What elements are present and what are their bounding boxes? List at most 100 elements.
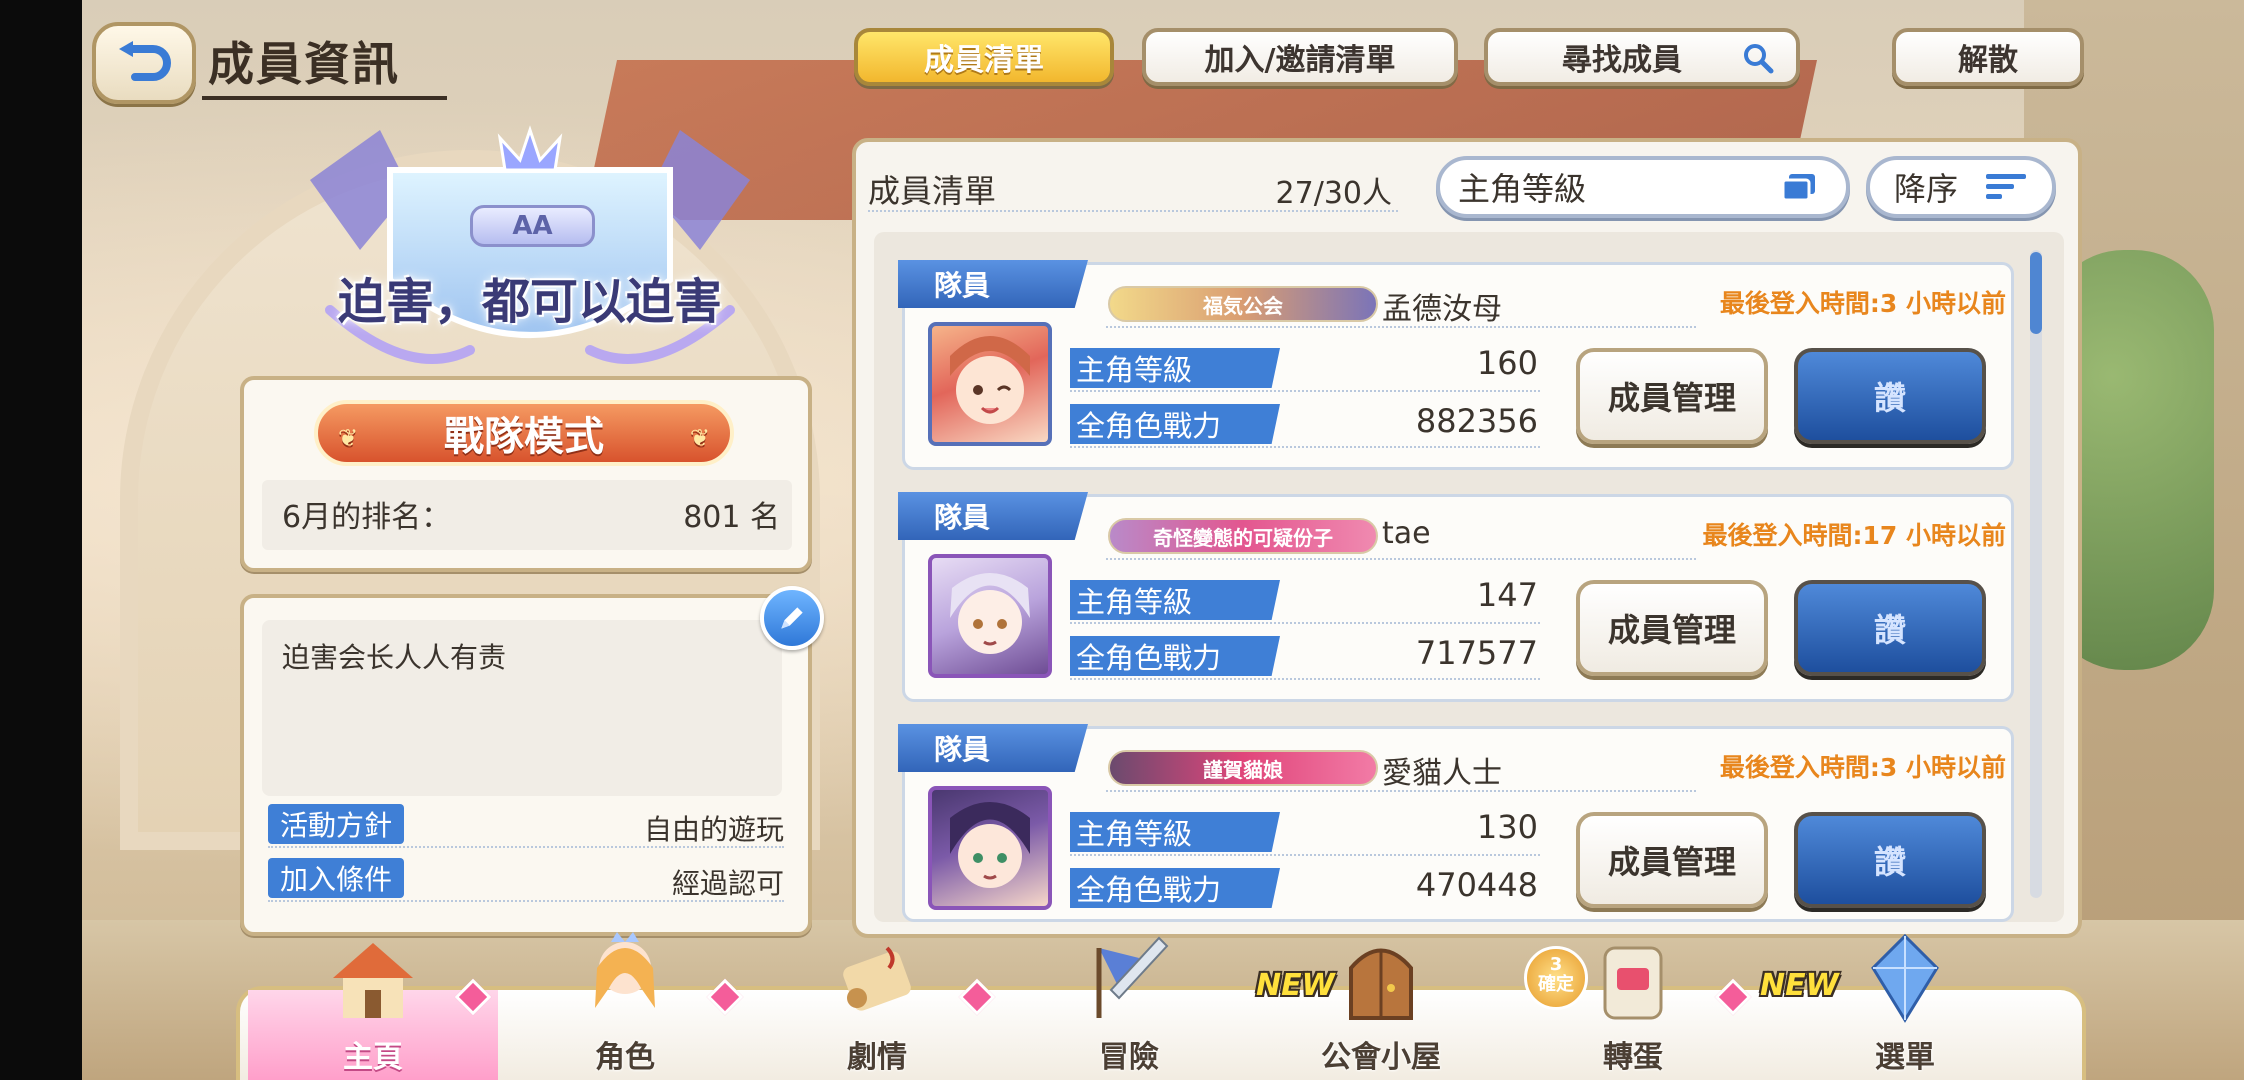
- nav-menu[interactable]: NEW 選單: [1760, 933, 2050, 1080]
- divider: [1106, 790, 1696, 792]
- member-avatar[interactable]: [928, 786, 1052, 910]
- member-manage-button[interactable]: 成員管理: [1576, 348, 1768, 444]
- sort-descending-icon: [1986, 174, 2026, 199]
- member-title-badge: 福気公会: [1108, 286, 1378, 322]
- tab-member-list[interactable]: 成員清單: [854, 28, 1114, 86]
- tab-join-invite-list[interactable]: 加入/邀請清單: [1142, 28, 1458, 86]
- scrollbar-track[interactable]: [2030, 250, 2042, 898]
- member-name[interactable]: tae: [1382, 516, 1431, 551]
- nav-adventure-label: 冒險: [1099, 1040, 1159, 1075]
- member-manage-button[interactable]: 成員管理: [1576, 580, 1768, 676]
- pencil-icon: [781, 607, 803, 629]
- scrollbar-thumb[interactable]: [2030, 252, 2042, 334]
- ranking-label: 6月的排名：: [282, 500, 452, 535]
- divider: [1070, 390, 1540, 392]
- ornament-icon: ❦: [338, 424, 359, 452]
- member-level: 147: [1476, 576, 1538, 614]
- sword-flag-icon: [1096, 936, 1169, 1018]
- ornament-icon: ❦: [689, 424, 710, 452]
- member-name[interactable]: 孟德汝母: [1382, 284, 1502, 328]
- member-avatar[interactable]: [928, 322, 1052, 446]
- door-icon: [1349, 948, 1413, 1020]
- power-tag: 全角色戰力: [1070, 404, 1280, 444]
- ranking-value: 801 名: [683, 500, 780, 535]
- member-avatar[interactable]: [928, 554, 1052, 678]
- character-portrait-icon: [950, 573, 1030, 654]
- new-badge: NEW: [1760, 968, 1839, 1003]
- nav-menu-label: 選單: [1875, 1040, 1935, 1075]
- nav-gacha-label: 轉蛋: [1603, 1040, 1663, 1075]
- divider: [268, 846, 784, 848]
- like-button[interactable]: 讚: [1794, 812, 1986, 908]
- member-title-badge: 謹賀貓娘: [1108, 750, 1378, 786]
- member-count: 27/30人: [1275, 176, 1392, 211]
- like-button[interactable]: 讚: [1794, 580, 1986, 676]
- level-tag: 主角等級: [1070, 348, 1280, 388]
- power-tag: 全角色戰力: [1070, 868, 1280, 908]
- member-role: 隊員: [898, 492, 1088, 540]
- house-icon: [333, 943, 413, 1018]
- window-toggle-icon: [1781, 174, 1815, 202]
- title-underline: [202, 96, 447, 100]
- power-tag: 全角色戰力: [1070, 636, 1280, 676]
- nav-home-label: 主頁: [343, 1040, 403, 1075]
- nav-characters-label: 角色: [595, 1040, 655, 1075]
- divider: [1070, 854, 1540, 856]
- clan-rank-badge: AA: [470, 205, 595, 247]
- member-name[interactable]: 愛貓人士: [1382, 748, 1502, 792]
- back-button[interactable]: [92, 22, 196, 104]
- left-black-bar: [0, 0, 82, 1080]
- join-condition-tag: 加入條件: [268, 858, 405, 898]
- nav-story[interactable]: 劇情: [752, 946, 1002, 1080]
- nav-characters[interactable]: 角色: [500, 932, 750, 1080]
- member-level: 130: [1476, 808, 1538, 846]
- nav-guild-house[interactable]: NEW 公會小屋: [1256, 948, 1506, 1080]
- search-member-label: 尋找成員: [1562, 43, 1682, 78]
- member-role: 隊員: [898, 260, 1088, 308]
- member-role: 隊員: [898, 724, 1088, 772]
- gacha-machine-icon: [1603, 946, 1663, 1020]
- member-manage-button[interactable]: 成員管理: [1576, 812, 1768, 908]
- nav-adventure[interactable]: 冒險: [1004, 936, 1254, 1080]
- nav-gacha[interactable]: 3 確定 轉蛋: [1508, 946, 1758, 1080]
- policy-tag: 活動方針: [268, 804, 405, 844]
- edit-description-button[interactable]: [760, 586, 824, 650]
- clan-name: 迫害，都可以迫害: [337, 274, 722, 330]
- nav-story-label: 劇情: [847, 1040, 907, 1075]
- clan-crest-emblem: [310, 125, 750, 364]
- character-portrait-icon: [950, 336, 1030, 424]
- nav-guild-house-label: 公會小屋: [1321, 1040, 1441, 1075]
- like-button[interactable]: 讚: [1794, 348, 1986, 444]
- crystal-icon: [1871, 933, 1939, 1023]
- member-power: 882356: [1415, 402, 1538, 440]
- disband-button[interactable]: 解散: [1892, 28, 2084, 86]
- search-icon: [1744, 44, 1774, 74]
- divider: [1070, 622, 1540, 624]
- character-icon: [595, 932, 655, 1008]
- guaranteed-star-badge: 3 確定: [1524, 946, 1588, 1010]
- divider: [1070, 678, 1540, 680]
- member-list-title: 成員清單: [868, 172, 997, 210]
- level-tag: 主角等級: [1070, 580, 1280, 620]
- tab-search-member[interactable]: 尋找成員: [1484, 28, 1800, 86]
- member-power: 470448: [1415, 866, 1538, 904]
- policy-value: 自由的遊玩: [643, 813, 784, 846]
- last-login-time: 最後登入時間:3 小時以前: [1719, 753, 2006, 782]
- join-condition-value: 經過認可: [671, 867, 784, 900]
- divider: [268, 900, 784, 902]
- scroll-icon: [843, 946, 911, 1011]
- page-title: 成員資訊: [208, 37, 400, 91]
- last-login-time: 最後登入時間:3 小時以前: [1719, 289, 2006, 318]
- member-title-badge: 奇怪變態的可疑份子: [1108, 518, 1378, 554]
- star-sub-label: 確定: [1538, 974, 1574, 995]
- divider: [868, 210, 1398, 212]
- nav-home[interactable]: 主頁: [248, 943, 498, 1080]
- member-power: 717577: [1415, 634, 1538, 672]
- last-login-time: 最後登入時間:17 小時以前: [1702, 521, 2007, 550]
- sort-field-select[interactable]: 主角等級: [1436, 156, 1850, 218]
- divider: [1106, 558, 1696, 560]
- sort-order-button[interactable]: 降序: [1866, 156, 2056, 218]
- clan-mode-label: 戰隊模式: [444, 414, 604, 460]
- back-arrow-icon: [119, 41, 171, 81]
- level-tag: 主角等級: [1070, 812, 1280, 852]
